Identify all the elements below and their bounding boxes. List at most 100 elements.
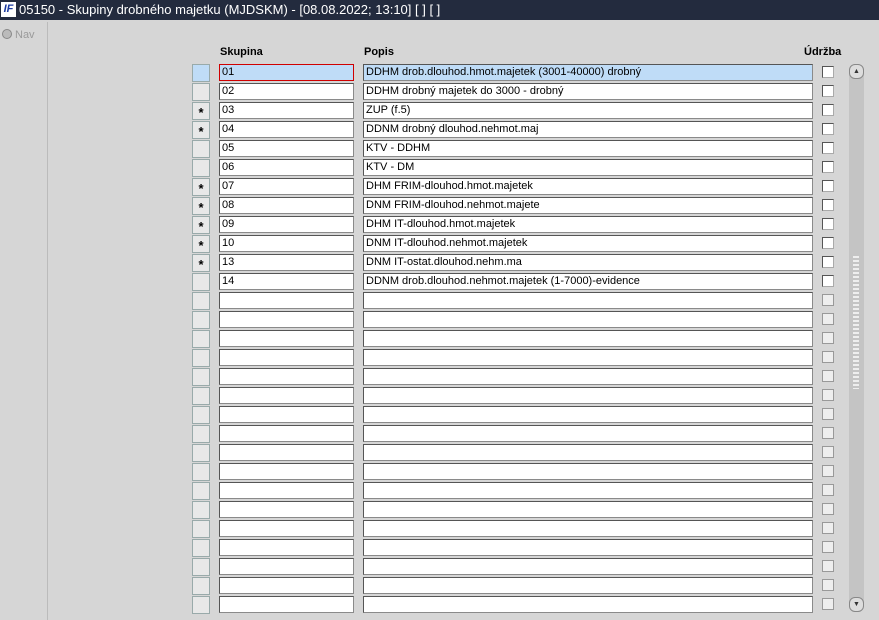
udrzba-checkbox[interactable]: [822, 408, 834, 420]
popis-field[interactable]: [363, 444, 813, 461]
skupina-field[interactable]: [219, 558, 354, 575]
record-marker[interactable]: [192, 349, 210, 367]
scroll-thumb-grip[interactable]: [853, 254, 859, 389]
skupina-field[interactable]: 09: [219, 216, 354, 233]
record-marker[interactable]: [192, 425, 210, 443]
popis-field[interactable]: ZUP (f.5): [363, 102, 813, 119]
popis-field[interactable]: [363, 387, 813, 404]
record-marker[interactable]: *: [192, 178, 210, 196]
popis-field[interactable]: [363, 292, 813, 309]
skupina-field[interactable]: 07: [219, 178, 354, 195]
skupina-field[interactable]: [219, 425, 354, 442]
udrzba-checkbox[interactable]: [822, 446, 834, 458]
popis-field[interactable]: DDHM drobný majetek do 3000 - drobný: [363, 83, 813, 100]
record-marker[interactable]: [192, 501, 210, 519]
popis-field[interactable]: DHM IT-dlouhod.hmot.majetek: [363, 216, 813, 233]
popis-field[interactable]: DDHM drob.dlouhod.hmot.majetek (3001-400…: [363, 64, 813, 81]
skupina-field[interactable]: [219, 311, 354, 328]
udrzba-checkbox[interactable]: [822, 522, 834, 534]
skupina-field[interactable]: [219, 292, 354, 309]
skupina-field[interactable]: 14: [219, 273, 354, 290]
record-marker[interactable]: [192, 368, 210, 386]
popis-field[interactable]: [363, 463, 813, 480]
record-marker[interactable]: [192, 539, 210, 557]
record-marker[interactable]: [192, 406, 210, 424]
skupina-field[interactable]: 04: [219, 121, 354, 138]
popis-field[interactable]: [363, 596, 813, 613]
popis-field[interactable]: DDNM drob.dlouhod.nehmot.majetek (1-7000…: [363, 273, 813, 290]
record-marker[interactable]: [192, 558, 210, 576]
popis-field[interactable]: [363, 558, 813, 575]
udrzba-checkbox[interactable]: [822, 579, 834, 591]
skupina-field[interactable]: [219, 368, 354, 385]
record-marker[interactable]: *: [192, 197, 210, 215]
record-marker[interactable]: [192, 577, 210, 595]
skupina-field[interactable]: 06: [219, 159, 354, 176]
udrzba-checkbox[interactable]: [822, 256, 834, 268]
skupina-field[interactable]: 03: [219, 102, 354, 119]
skupina-field[interactable]: [219, 501, 354, 518]
skupina-field[interactable]: [219, 539, 354, 556]
popis-field[interactable]: [363, 425, 813, 442]
skupina-field[interactable]: 02: [219, 83, 354, 100]
udrzba-checkbox[interactable]: [822, 560, 834, 572]
record-marker[interactable]: [192, 159, 210, 177]
record-marker[interactable]: [192, 273, 210, 291]
udrzba-checkbox[interactable]: [822, 313, 834, 325]
popis-field[interactable]: DNM IT-ostat.dlouhod.nehm.ma: [363, 254, 813, 271]
nav-radio[interactable]: Nav: [2, 29, 35, 41]
scroll-up-icon[interactable]: ▲: [849, 64, 864, 79]
skupina-field[interactable]: [219, 387, 354, 404]
record-marker[interactable]: [192, 482, 210, 500]
udrzba-checkbox[interactable]: [822, 85, 834, 97]
record-marker[interactable]: [192, 83, 210, 101]
popis-field[interactable]: [363, 368, 813, 385]
udrzba-checkbox[interactable]: [822, 294, 834, 306]
record-marker[interactable]: [192, 311, 210, 329]
udrzba-checkbox[interactable]: [822, 370, 834, 382]
record-marker[interactable]: [192, 292, 210, 310]
record-marker[interactable]: *: [192, 121, 210, 139]
popis-field[interactable]: [363, 482, 813, 499]
record-marker[interactable]: *: [192, 102, 210, 120]
udrzba-checkbox[interactable]: [822, 275, 834, 287]
popis-field[interactable]: DNM IT-dlouhod.nehmot.majetek: [363, 235, 813, 252]
popis-field[interactable]: [363, 577, 813, 594]
record-marker[interactable]: [192, 140, 210, 158]
udrzba-checkbox[interactable]: [822, 180, 834, 192]
popis-field[interactable]: DNM FRIM-dlouhod.nehmot.majete: [363, 197, 813, 214]
skupina-field[interactable]: 05: [219, 140, 354, 157]
record-marker[interactable]: [192, 387, 210, 405]
udrzba-checkbox[interactable]: [822, 465, 834, 477]
record-marker[interactable]: *: [192, 216, 210, 234]
skupina-field[interactable]: [219, 520, 354, 537]
udrzba-checkbox[interactable]: [822, 161, 834, 173]
skupina-field[interactable]: 13: [219, 254, 354, 271]
skupina-field[interactable]: 10: [219, 235, 354, 252]
record-marker[interactable]: *: [192, 235, 210, 253]
udrzba-checkbox[interactable]: [822, 104, 834, 116]
skupina-field[interactable]: [219, 596, 354, 613]
udrzba-checkbox[interactable]: [822, 66, 834, 78]
udrzba-checkbox[interactable]: [822, 598, 834, 610]
popis-field[interactable]: KTV - DM: [363, 159, 813, 176]
skupina-field[interactable]: 01: [219, 64, 354, 81]
vertical-scrollbar[interactable]: ▲ ▼: [849, 64, 864, 612]
popis-field[interactable]: [363, 311, 813, 328]
record-marker[interactable]: [192, 330, 210, 348]
scroll-down-icon[interactable]: ▼: [849, 597, 864, 612]
skupina-field[interactable]: 08: [219, 197, 354, 214]
udrzba-checkbox[interactable]: [822, 142, 834, 154]
popis-field[interactable]: [363, 406, 813, 423]
udrzba-checkbox[interactable]: [822, 484, 834, 496]
record-marker[interactable]: [192, 64, 210, 82]
popis-field[interactable]: [363, 539, 813, 556]
udrzba-checkbox[interactable]: [822, 218, 834, 230]
udrzba-checkbox[interactable]: [822, 541, 834, 553]
skupina-field[interactable]: [219, 463, 354, 480]
record-marker[interactable]: *: [192, 254, 210, 272]
record-marker[interactable]: [192, 520, 210, 538]
record-marker[interactable]: [192, 463, 210, 481]
udrzba-checkbox[interactable]: [822, 503, 834, 515]
skupina-field[interactable]: [219, 330, 354, 347]
